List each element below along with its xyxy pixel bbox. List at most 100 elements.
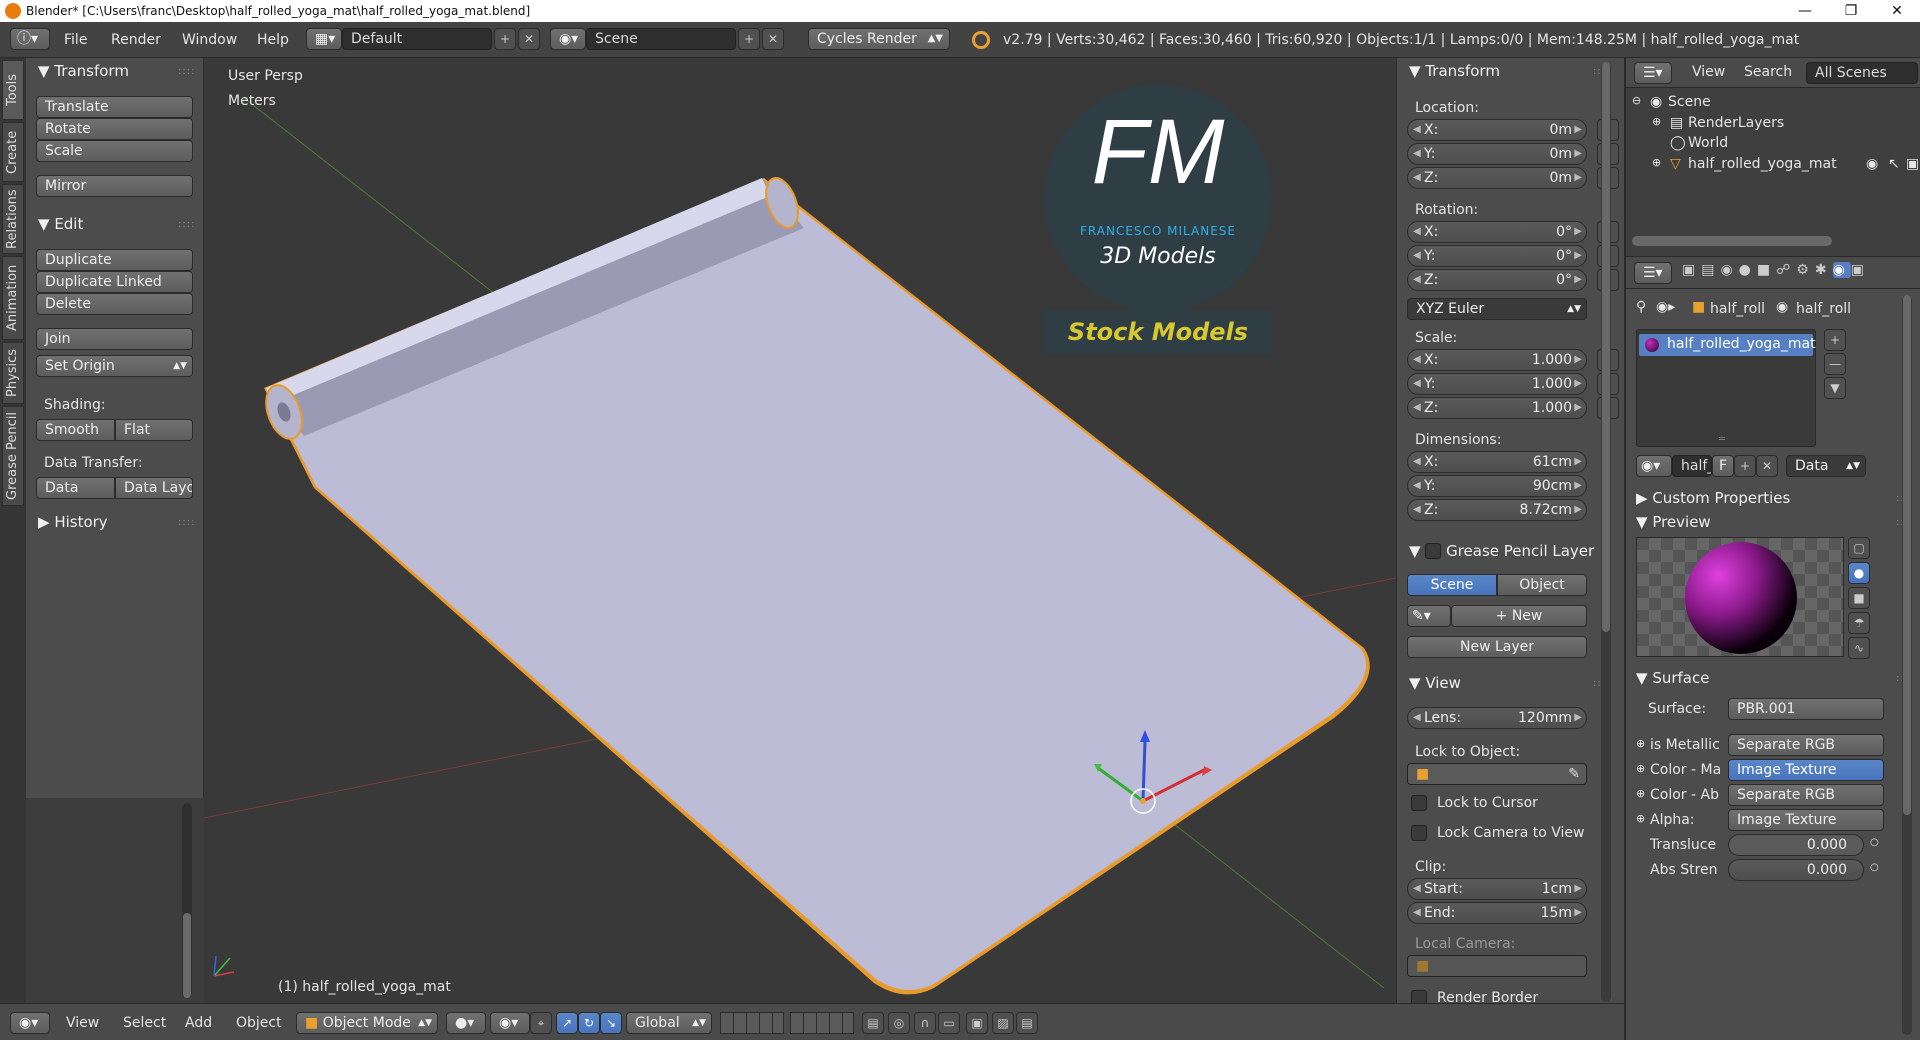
outliner-search-menu[interactable]: Search [1744,64,1792,80]
lock-layers-icon[interactable]: ▤ [862,1012,884,1034]
cursor-icon[interactable]: ↖ [1888,156,1900,172]
snap-icon[interactable]: ∩ [914,1012,936,1034]
grip-icon[interactable]: :::: [178,66,195,77]
expand-icon[interactable]: ⊕ [1652,156,1661,169]
menu-add[interactable]: Add [185,1015,212,1031]
preview-sphere-icon[interactable]: ● [1848,562,1870,584]
render-engine-select[interactable]: Cycles Render ▲▼ [808,28,950,50]
proportional-edit-icon[interactable]: ◎ [888,1012,910,1034]
abs-strength-slider[interactable]: 0.000 [1728,859,1864,881]
material-slot-list[interactable]: half_rolled_yoga_mat ═ [1636,329,1816,447]
history-panel-header[interactable]: ▶ History [38,513,108,531]
rotation-x-field[interactable]: ◀ X: 0° ▶ [1407,221,1587,243]
viewport-shading-icon[interactable]: ●▾ [446,1012,486,1034]
render-opengl-icon[interactable]: ▨ [992,1012,1014,1034]
close-icon[interactable]: ✕ [1874,0,1920,22]
properties-scrollbar[interactable] [1601,62,1611,1002]
render-border-checkbox[interactable] [1411,990,1427,1003]
input-link-select[interactable]: Separate RGB [1728,784,1884,806]
location-y-field[interactable]: ◀ Y: 0m ▶ [1407,143,1587,165]
maximize-icon[interactable]: ❐ [1828,0,1874,22]
scale-y-field[interactable]: ◀ Y: 1.000 ▶ [1407,373,1587,395]
tab-grease-pencil[interactable]: Grease Pencil [2,406,24,506]
add-scene-icon[interactable]: + [738,28,760,50]
duplicate-linked-button[interactable]: Duplicate Linked [36,271,193,293]
outliner-item-renderlayers[interactable]: RenderLayers [1688,115,1784,131]
tab-tools[interactable]: Tools [2,60,24,120]
input-link-select[interactable]: Image Texture [1728,809,1884,831]
lens-field[interactable]: ◀ Lens: 120mm ▶ [1407,707,1587,729]
menu-select[interactable]: Select [123,1015,166,1031]
surface-node-select[interactable]: PBR.001 [1728,698,1884,720]
mode-select[interactable]: ■ Object Mode ▲▼ [296,1012,438,1034]
browse-material-icon[interactable]: ◉▾ [1636,455,1672,477]
delete-button[interactable]: Delete [36,293,193,315]
socket-icon[interactable]: ○ [1870,837,1879,848]
material-tab-icon[interactable]: ◉ [1832,262,1851,278]
gp-scene-button[interactable]: Scene [1407,574,1497,596]
unlink-material-icon[interactable]: ✕ [1756,455,1778,477]
menu-window[interactable]: Window [182,32,237,48]
screen-layout-icon[interactable]: ▦▾ [306,28,342,50]
lock-camera-checkbox[interactable] [1411,825,1427,841]
outliner-item-object[interactable]: half_rolled_yoga_mat [1688,156,1837,172]
preview-monkey-icon[interactable]: ☂ [1848,612,1870,634]
remove-scene-icon[interactable]: ✕ [762,28,784,50]
gp-object-button[interactable]: Object [1497,574,1587,596]
tab-relations[interactable]: Relations [2,184,24,254]
grip-icon[interactable]: :::: [178,517,195,528]
data-layout-button[interactable]: Data Layo [115,477,193,499]
menu-help[interactable]: Help [257,32,289,48]
scene-icon[interactable]: ◉▾ [550,28,586,50]
menu-object[interactable]: Object [236,1015,282,1031]
view-panel-header[interactable]: ▼ View [1409,674,1461,692]
scrollbar-thumb[interactable] [1903,295,1911,815]
surface-header[interactable]: ▼ Surface [1636,669,1709,687]
rotation-y-field[interactable]: ◀ Y: 0° ▶ [1407,245,1587,267]
menu-render[interactable]: Render [111,32,161,48]
camera-render-icon[interactable]: ▣ [1906,156,1919,172]
remove-layout-icon[interactable]: ✕ [518,28,540,50]
screen-layout-field[interactable]: Default [342,28,492,50]
dimensions-y-field[interactable]: ◀ Y: 90cm ▶ [1407,475,1587,497]
preview-plane-icon[interactable]: ▢ [1848,537,1870,559]
translate-button[interactable]: Translate [36,96,193,118]
expand-icon[interactable]: ⊕ [1652,115,1661,128]
socket-expand-icon[interactable]: ⊕ [1636,812,1645,825]
layer-buttons-group-2[interactable] [790,1012,854,1034]
custom-properties-header[interactable]: ▶ Custom Properties [1636,489,1790,507]
manipulator-icon[interactable]: ⌖ [530,1012,552,1034]
pivot-point-icon[interactable]: ◉▾ [490,1012,530,1034]
remove-slot-icon[interactable]: — [1824,353,1846,375]
outliner-hscrollbar[interactable] [1632,236,1832,246]
fake-user-button[interactable]: F [1712,455,1734,477]
pin-icon[interactable]: ⚲ [1636,299,1646,315]
mirror-button[interactable]: Mirror [36,175,193,197]
input-link-select[interactable]: Image Texture [1728,759,1884,781]
gp-new-button[interactable]: + New [1451,605,1587,627]
data-transfer-button[interactable]: Data [36,477,115,499]
render-animation-icon[interactable]: ▤ [1016,1012,1038,1034]
duplicate-button[interactable]: Duplicate [36,249,193,271]
editor-type-3d-icon[interactable]: ◉▾ [10,1012,50,1034]
rotate-manipulator-icon[interactable]: ↻ [578,1012,600,1034]
grease-pencil-layer-checkbox[interactable] [1425,543,1442,559]
tab-physics[interactable]: Physics [2,342,24,404]
eye-icon[interactable]: ◉ [1866,156,1878,172]
tool-shelf-scrollbar[interactable] [182,803,192,998]
scrollbar-thumb[interactable] [1602,62,1610,632]
socket-expand-icon[interactable]: ⊕ [1636,737,1645,750]
snap-element-icon[interactable]: ▭ [938,1012,960,1034]
scale-manipulator-icon[interactable]: ↘ [600,1012,622,1034]
menu-file[interactable]: File [64,32,87,48]
editor-type-info-icon[interactable]: ⓘ▾ [10,28,50,50]
flat-button[interactable]: Flat [115,419,193,441]
grease-pencil-layer-header[interactable]: ▼ Grease Pencil Layer [1409,542,1594,560]
location-z-field[interactable]: ◀ Z: 0m ▶ [1407,167,1587,189]
properties-editor-scrollbar[interactable] [1902,295,1912,1035]
outliner-view-menu[interactable]: View [1692,64,1725,80]
grip-icon[interactable]: :::: [178,219,195,230]
menu-view[interactable]: View [66,1015,99,1031]
local-camera-field[interactable]: ■ [1407,955,1587,977]
transform-panel-header[interactable]: ▼ Transform [1409,62,1500,80]
